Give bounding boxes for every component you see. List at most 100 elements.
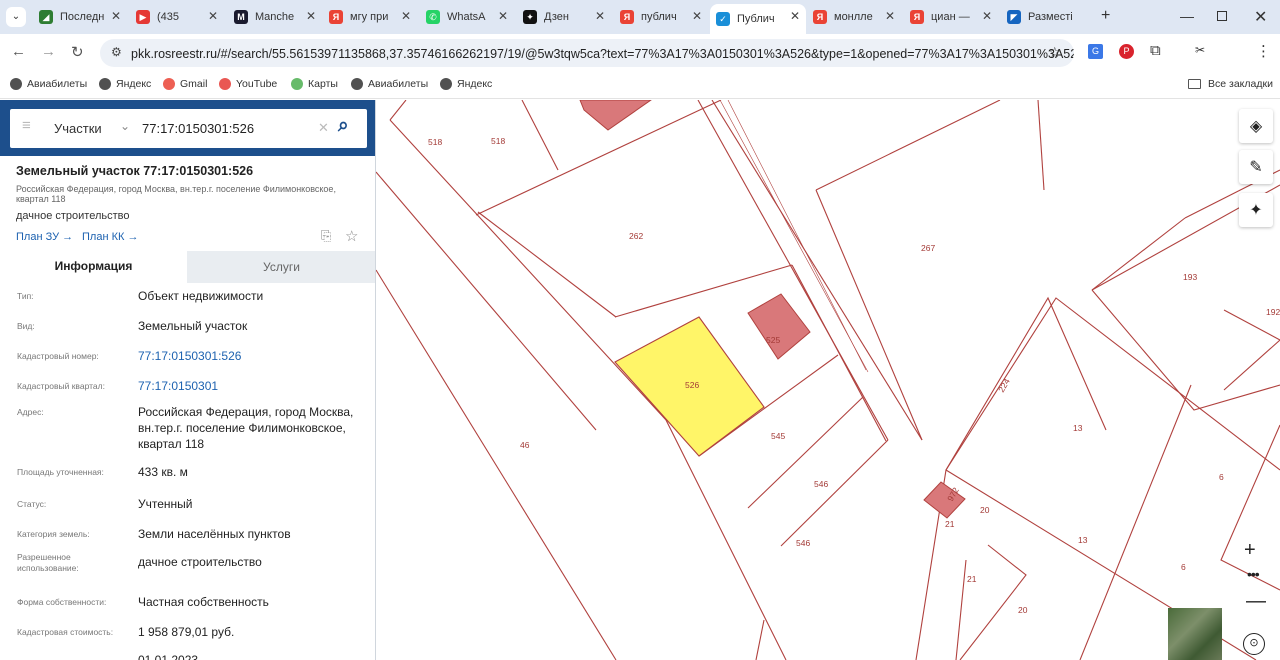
zoom-out-button[interactable]: — bbox=[1246, 590, 1266, 613]
browser-tab[interactable]: ▶ (435 ✕ bbox=[130, 4, 224, 30]
url-text: pkk.rosreestr.ru/#/search/55.56153971135… bbox=[131, 47, 1074, 61]
map-label: 518 bbox=[428, 137, 442, 147]
browser-tab[interactable]: Ямонлле ✕ bbox=[807, 4, 901, 30]
tab-close-icon[interactable]: ✕ bbox=[111, 9, 121, 23]
browser-tab[interactable]: ◢ Последн ✕ bbox=[33, 4, 127, 30]
bookmark-item[interactable]: Авиабилеты bbox=[10, 78, 87, 90]
map-label: 546 bbox=[814, 479, 828, 489]
map-label: 13 bbox=[1073, 423, 1083, 433]
new-tab-button[interactable]: + bbox=[1101, 7, 1110, 25]
bookmark-item[interactable]: Gmail bbox=[163, 78, 207, 90]
plan-zu-link[interactable]: План ЗУ → bbox=[16, 231, 73, 243]
search-input[interactable]: 77:17:0150301:526 bbox=[142, 121, 254, 136]
search-doc-icon[interactable]: ⎘ bbox=[321, 228, 331, 244]
browser-tab[interactable]: M Manche ✕ bbox=[228, 4, 322, 30]
tab-title: Публич bbox=[737, 13, 775, 25]
browser-tab[interactable]: ✦ Дзен ✕ bbox=[517, 4, 611, 30]
map-label: 525 bbox=[766, 335, 780, 345]
bookmark-item[interactable]: Яндекс bbox=[440, 78, 492, 90]
map-label: 526 bbox=[685, 380, 699, 390]
browser-tab[interactable]: ◤ Разместі bbox=[1001, 4, 1095, 30]
tab-title: публич bbox=[641, 11, 677, 23]
close-window-button[interactable]: ✕ bbox=[1254, 7, 1267, 27]
bookmark-item[interactable]: Авиабилеты bbox=[351, 78, 428, 90]
layers-button[interactable]: ◈ bbox=[1239, 109, 1273, 143]
tab-services[interactable]: Услуги bbox=[187, 251, 375, 283]
tab-close-icon[interactable]: ✕ bbox=[401, 9, 411, 23]
menu-icon[interactable]: ⋮ bbox=[1256, 42, 1271, 60]
tab-favicon-icon: Я bbox=[910, 10, 924, 24]
tab-close-icon[interactable]: ✕ bbox=[692, 9, 702, 23]
menu-lines-icon[interactable]: ≡ bbox=[22, 117, 31, 134]
address-bar[interactable]: ⚙ pkk.rosreestr.ru/#/search/55.561539711… bbox=[100, 39, 1074, 67]
chevron-down-icon[interactable]: ⌄ bbox=[120, 119, 130, 133]
browser-tab[interactable]: ✓ Публич ✕ bbox=[710, 4, 806, 34]
parcel-boundary bbox=[1223, 339, 1280, 391]
parcel-boundary bbox=[815, 100, 1001, 191]
bookmark-item[interactable]: Яндекс bbox=[99, 78, 151, 90]
info-value: 01.01.2023 bbox=[138, 653, 199, 660]
info-value[interactable]: 77:17:0150301 bbox=[138, 378, 366, 394]
browser-tab[interactable]: Яциан — ✕ bbox=[904, 4, 998, 30]
tab-close-icon[interactable]: ✕ bbox=[595, 9, 605, 23]
info-label: Категория земель: bbox=[17, 529, 90, 539]
parcel-address-line1: Российская Федерация, город Москва, вн.т… bbox=[16, 184, 336, 194]
tab-close-icon[interactable]: ✕ bbox=[885, 9, 895, 23]
tab-title: Manche bbox=[255, 11, 295, 23]
info-value[interactable]: 77:17:0150301:526 bbox=[138, 348, 366, 364]
tab-list-dropdown[interactable]: ⌄ bbox=[6, 7, 26, 27]
parcel-boundary bbox=[389, 100, 407, 121]
browser-tab[interactable]: ✆ WhatsA ✕ bbox=[420, 4, 514, 30]
map-label: 20 bbox=[1018, 605, 1028, 615]
tab-close-icon[interactable]: ✕ bbox=[790, 9, 800, 23]
location-icon[interactable]: ⊙ bbox=[1243, 633, 1265, 655]
search-box: ≡ Участки ⌄ 77:17:0150301:526 ✕ ⌕ bbox=[10, 109, 367, 148]
browser-tab[interactable]: Ямгу при ✕ bbox=[323, 4, 417, 30]
info-label: Кадастровый квартал: bbox=[17, 381, 105, 391]
map-canvas[interactable]: 518 518 262 267 193 192 525 526 545 546 … bbox=[376, 100, 1280, 660]
forward-icon[interactable]: → bbox=[41, 43, 56, 60]
bookmark-item[interactable]: YouTube bbox=[219, 78, 277, 90]
search-type-select[interactable]: Участки bbox=[54, 121, 102, 136]
parcel-boundary bbox=[791, 264, 887, 442]
info-tabs: Информация Услуги bbox=[0, 251, 375, 283]
tab-information[interactable]: Информация bbox=[0, 251, 187, 283]
maximize-button[interactable] bbox=[1217, 11, 1227, 21]
bookmark-icon bbox=[10, 78, 22, 90]
extension-icon[interactable]: ✂ bbox=[1195, 43, 1205, 57]
minimize-button[interactable]: — bbox=[1180, 8, 1194, 24]
tab-close-icon[interactable]: ✕ bbox=[208, 9, 218, 23]
translate-icon[interactable]: G bbox=[1088, 44, 1103, 59]
favorite-star-icon[interactable]: ☆ bbox=[345, 227, 358, 245]
browser-tab[interactable]: Япублич ✕ bbox=[614, 4, 708, 30]
cadastral-map[interactable]: 518 518 262 267 193 192 525 526 545 546 … bbox=[376, 100, 1280, 660]
bookmark-icon bbox=[219, 78, 231, 90]
tab-favicon-icon: ✦ bbox=[523, 10, 537, 24]
compass-button[interactable]: ✦ bbox=[1239, 193, 1273, 227]
map-label: 224 bbox=[996, 376, 1012, 394]
tab-close-icon[interactable]: ✕ bbox=[498, 9, 508, 23]
reload-icon[interactable]: ↻ bbox=[71, 43, 84, 61]
back-icon[interactable]: ← bbox=[11, 43, 26, 60]
tab-close-icon[interactable]: ✕ bbox=[306, 9, 316, 23]
info-value: Земли населённых пунктов bbox=[138, 527, 291, 541]
site-info-icon[interactable]: ⚙ bbox=[111, 45, 122, 59]
all-bookmarks[interactable]: Все закладки bbox=[1188, 78, 1273, 90]
satellite-thumbnail[interactable] bbox=[1168, 608, 1222, 660]
zoom-in-button[interactable]: + bbox=[1244, 539, 1256, 562]
bookmark-icon bbox=[291, 78, 303, 90]
pinterest-icon[interactable]: P bbox=[1119, 44, 1134, 59]
tab-close-icon[interactable]: ✕ bbox=[982, 9, 992, 23]
more-icon[interactable]: ••• bbox=[1247, 566, 1260, 582]
layers-icon: ◈ bbox=[1249, 118, 1263, 135]
search-icon[interactable]: ⌕ bbox=[338, 115, 349, 137]
tab-favicon-icon: ✓ bbox=[716, 12, 730, 26]
clear-icon[interactable]: ✕ bbox=[318, 120, 329, 136]
ruler-button[interactable]: ✎ bbox=[1239, 150, 1273, 184]
bookmark-star-icon[interactable]: ☆ bbox=[1048, 44, 1061, 61]
parcel-boundary bbox=[1091, 289, 1280, 411]
bookmark-item[interactable]: Карты bbox=[291, 78, 338, 90]
extensions-icon[interactable]: ⧉ bbox=[1150, 42, 1161, 59]
plan-kk-link[interactable]: План КК → bbox=[82, 231, 138, 243]
map-label: 192 bbox=[1266, 307, 1280, 317]
